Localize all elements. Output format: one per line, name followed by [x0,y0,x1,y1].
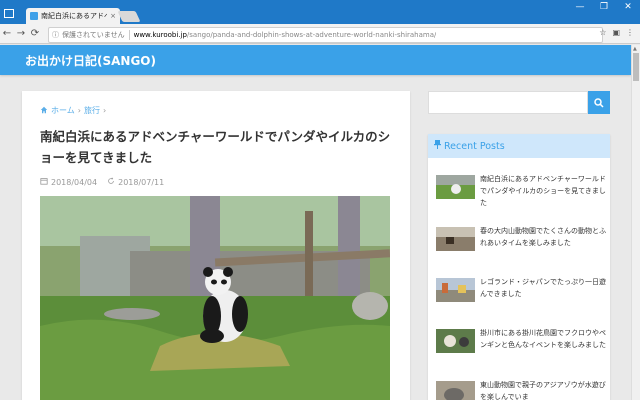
published-date: 2018/04/04 [51,177,98,187]
search-input[interactable] [428,91,588,114]
reload-button[interactable]: ⟳ [28,28,42,39]
browser-tab[interactable]: 南紀白浜にあるアドベンチ × [26,8,120,24]
minimize-button[interactable]: — [568,0,592,14]
recent-post-link[interactable]: 南紀白浜にあるアドベンチャーワールドでパンダやイルカのショーを見てきました [480,173,606,209]
security-status: 保護されていません [62,30,130,40]
home-icon [40,106,48,116]
bookmark-star-icon[interactable]: ☆ [599,28,606,37]
article-title: 南紀白浜にあるアドベンチャーワールドでパンダやイルカのショーを見てきました [40,129,391,165]
recent-post-link[interactable]: 東山動物園で親子のアジアゾウが水遊びを楽しんでいま [480,379,606,400]
recent-post-thumbnail [436,278,475,302]
recent-posts-heading: Recent Posts [428,134,610,158]
recent-post-link[interactable]: レゴランド・ジャパンでたっぷり一日遊んできました [480,276,606,300]
back-button[interactable]: ← [0,28,14,39]
url-path: /sango/panda-and-dolphin-shows-at-advent… [186,31,437,39]
browser-toolbar: ← → ⟳ ⓘ 保護されていません www.kuroobi.jp /sango/… [0,24,640,44]
breadcrumb-home-link[interactable]: ホーム [51,105,75,116]
scroll-up-icon[interactable]: ▲ [633,46,637,52]
calendar-icon [40,177,48,187]
recent-post-item[interactable]: 春の大内山動物園でたくさんの動物とふれあいタイムを楽しみました [436,225,606,265]
article-dates: 2018/04/04 2018/07/11 [40,177,164,187]
site-title-link[interactable]: お出かけ日記(SANGO) [25,52,156,69]
browser-app-icon [4,9,14,18]
updated-refresh-icon [107,177,115,187]
tab-title: 南紀白浜にあるアドベンチ [41,12,107,20]
search-button[interactable] [588,91,610,114]
breadcrumb-separator: › [102,106,107,115]
search-icon [594,93,604,112]
breadcrumb-separator: › [77,106,81,115]
info-icon[interactable]: ⓘ [52,30,59,40]
address-bar[interactable]: ⓘ 保護されていません www.kuroobi.jp /sango/panda-… [48,27,603,43]
url-host: www.kuroobi.jp [133,31,187,39]
article-card: ホーム › 旅行 › 南紀白浜にあるアドベンチャーワールドでパンダやイルカのショ… [22,91,410,400]
cast-icon[interactable]: ▣ [612,28,620,37]
close-window-button[interactable]: ✕ [616,0,640,14]
recent-post-link[interactable]: 掛川市にある掛川花鳥園でフクロウやペンギンと色んなイベントを楽しみました [480,327,606,351]
page-scrollbar[interactable]: ▲ [631,45,640,400]
forward-button[interactable]: → [14,28,28,39]
menu-icon[interactable]: ⋮ [626,28,634,37]
recent-post-item[interactable]: レゴランド・ジャパンでたっぷり一日遊んできました [436,276,606,316]
recent-posts-widget: Recent Posts 南紀白浜にあるアドベンチャーワールドでパンダやイルカの… [428,134,610,400]
updated-date: 2018/07/11 [118,177,165,187]
pushpin-icon [434,140,441,152]
recent-post-thumbnail [436,227,475,251]
window-controls: — ❐ ✕ [568,0,640,14]
recent-posts-title: Recent Posts [444,140,505,152]
recent-post-thumbnail [436,381,475,400]
recent-post-item[interactable]: 南紀白浜にあるアドベンチャーワールドでパンダやイルカのショーを見てきました [436,173,606,213]
recent-post-link[interactable]: 春の大内山動物園でたくさんの動物とふれあいタイムを楽しみました [480,225,606,249]
recent-post-item[interactable]: 掛川市にある掛川花鳥園でフクロウやペンギンと色んなイベントを楽しみました [436,327,606,367]
favicon-icon [30,12,38,20]
breadcrumb-travel-link[interactable]: 旅行 [84,105,100,116]
tab-close-button[interactable]: × [110,12,116,20]
recent-post-thumbnail [436,329,475,353]
article-hero-image [40,196,390,400]
site-header: お出かけ日記(SANGO) [0,45,631,75]
scrollbar-thumb[interactable] [633,53,639,81]
maximize-button[interactable]: ❐ [592,0,616,14]
recent-post-thumbnail [436,175,475,199]
sidebar-search [428,91,610,114]
recent-post-item[interactable]: 東山動物園で親子のアジアゾウが水遊びを楽しんでいま [436,379,606,400]
breadcrumb: ホーム › 旅行 › [40,105,106,116]
